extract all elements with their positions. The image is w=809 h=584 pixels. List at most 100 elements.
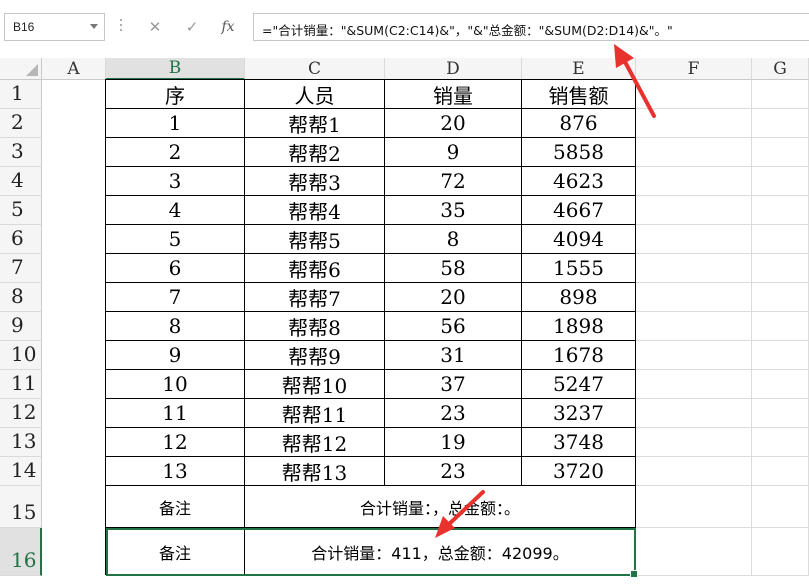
data-cell-qty[interactable]: 58: [385, 254, 522, 283]
row-header-14[interactable]: 14: [0, 457, 42, 486]
column-header-g[interactable]: G: [752, 58, 809, 80]
data-cell-qty[interactable]: 20: [385, 109, 522, 138]
row-header-13[interactable]: 13: [0, 428, 42, 457]
data-cell-qty[interactable]: 20: [385, 283, 522, 312]
data-cell-person[interactable]: 帮帮9: [245, 341, 385, 370]
cell-empty[interactable]: [752, 312, 809, 341]
data-cell-amount[interactable]: 1898: [522, 312, 636, 341]
row-header-5[interactable]: 5: [0, 196, 42, 225]
data-cell-amount[interactable]: 5858: [522, 138, 636, 167]
formula-input[interactable]: ="合计销量："&SUM(C2:C14)&"，"&"总金额："&SUM(D2:D…: [253, 13, 809, 41]
data-cell-seq[interactable]: 7: [106, 283, 245, 312]
data-cell-qty[interactable]: 8: [385, 225, 522, 254]
row-header-16[interactable]: 16: [0, 528, 42, 576]
column-header-a[interactable]: A: [42, 58, 106, 80]
note-label-cell[interactable]: 备注: [106, 528, 245, 576]
data-cell-person[interactable]: 帮帮1: [245, 109, 385, 138]
cell-empty[interactable]: [636, 370, 752, 399]
insert-function-icon[interactable]: fx: [210, 13, 246, 41]
data-cell-seq[interactable]: 11: [106, 399, 245, 428]
row-header-1[interactable]: 1: [0, 80, 42, 109]
cell-empty[interactable]: [752, 457, 809, 486]
data-cell-amount[interactable]: 3237: [522, 399, 636, 428]
row-header-7[interactable]: 7: [0, 254, 42, 283]
data-cell-qty[interactable]: 56: [385, 312, 522, 341]
data-cell-person[interactable]: 帮帮5: [245, 225, 385, 254]
data-cell-amount[interactable]: 898: [522, 283, 636, 312]
cell-empty[interactable]: [752, 196, 809, 225]
header-cell-seq[interactable]: 序: [106, 80, 245, 109]
data-cell-qty[interactable]: 72: [385, 167, 522, 196]
formula-bar-grip[interactable]: [118, 16, 124, 40]
cell-empty[interactable]: [752, 528, 809, 576]
cell-empty[interactable]: [752, 428, 809, 457]
cell-empty[interactable]: [636, 457, 752, 486]
data-cell-qty[interactable]: 23: [385, 457, 522, 486]
cell-empty[interactable]: [752, 167, 809, 196]
data-cell-qty[interactable]: 31: [385, 341, 522, 370]
note-label-cell[interactable]: 备注: [106, 486, 245, 528]
cell-empty[interactable]: [752, 486, 809, 528]
cell-empty[interactable]: [636, 428, 752, 457]
cell-empty[interactable]: [636, 283, 752, 312]
data-cell-amount[interactable]: 1555: [522, 254, 636, 283]
cell-empty[interactable]: [752, 109, 809, 138]
cell-empty[interactable]: [636, 225, 752, 254]
cell-empty[interactable]: [752, 80, 809, 109]
data-cell-qty[interactable]: 19: [385, 428, 522, 457]
header-cell-person[interactable]: 人员: [245, 80, 385, 109]
name-box-dropdown-icon[interactable]: [90, 24, 98, 29]
row-header-4[interactable]: 4: [0, 167, 42, 196]
data-cell-person[interactable]: 帮帮2: [245, 138, 385, 167]
cell-empty[interactable]: [752, 370, 809, 399]
row-header-10[interactable]: 10: [0, 341, 42, 370]
cell-empty[interactable]: [752, 341, 809, 370]
data-cell-seq[interactable]: 10: [106, 370, 245, 399]
cell-empty[interactable]: [636, 528, 752, 576]
data-cell-person[interactable]: 帮帮10: [245, 370, 385, 399]
name-box[interactable]: B16: [4, 13, 105, 41]
data-cell-seq[interactable]: 1: [106, 109, 245, 138]
row-header-8[interactable]: 8: [0, 283, 42, 312]
row-header-15[interactable]: 15: [0, 486, 42, 528]
data-cell-person[interactable]: 帮帮3: [245, 167, 385, 196]
data-cell-person[interactable]: 帮帮11: [245, 399, 385, 428]
column-header-c[interactable]: C: [245, 58, 385, 80]
data-cell-seq[interactable]: 13: [106, 457, 245, 486]
cell-empty[interactable]: [752, 399, 809, 428]
data-cell-qty[interactable]: 35: [385, 196, 522, 225]
data-cell-amount[interactable]: 4623: [522, 167, 636, 196]
data-cell-person[interactable]: 帮帮12: [245, 428, 385, 457]
data-cell-amount[interactable]: 4094: [522, 225, 636, 254]
data-cell-amount[interactable]: 3720: [522, 457, 636, 486]
row-header-6[interactable]: 6: [0, 225, 42, 254]
data-cell-person[interactable]: 帮帮6: [245, 254, 385, 283]
cell-empty[interactable]: [752, 254, 809, 283]
data-cell-amount[interactable]: 4667: [522, 196, 636, 225]
row-header-11[interactable]: 11: [0, 370, 42, 399]
cell-empty[interactable]: [636, 341, 752, 370]
cell-empty[interactable]: [636, 399, 752, 428]
cell-empty[interactable]: [752, 225, 809, 254]
data-cell-person[interactable]: 帮帮8: [245, 312, 385, 341]
header-cell-qty[interactable]: 销量: [385, 80, 522, 109]
data-cell-amount[interactable]: 5247: [522, 370, 636, 399]
worksheet-grid[interactable]: A B C D E F G 1 2 3 4 5 6 7 8 9 10 11 12 13 14 15 16 序人员 销量 销售额 1 帮…: [0, 58, 809, 584]
data-cell-person[interactable]: 帮帮4: [245, 196, 385, 225]
row-header-12[interactable]: 12: [0, 399, 42, 428]
data-cell-qty[interactable]: 23: [385, 399, 522, 428]
cell-empty[interactable]: [636, 312, 752, 341]
column-header-d[interactable]: D: [385, 58, 522, 80]
cell-empty[interactable]: [752, 283, 809, 312]
cancel-icon[interactable]: ✕: [137, 13, 173, 41]
data-cell-seq[interactable]: 5: [106, 225, 245, 254]
data-cell-amount[interactable]: 1678: [522, 341, 636, 370]
cell-empty[interactable]: [636, 196, 752, 225]
data-cell-seq[interactable]: 2: [106, 138, 245, 167]
data-cell-seq[interactable]: 8: [106, 312, 245, 341]
data-cell-seq[interactable]: 12: [106, 428, 245, 457]
data-cell-seq[interactable]: 3: [106, 167, 245, 196]
column-header-b[interactable]: B: [106, 58, 245, 80]
cell-empty[interactable]: [636, 138, 752, 167]
cell-empty[interactable]: [752, 138, 809, 167]
